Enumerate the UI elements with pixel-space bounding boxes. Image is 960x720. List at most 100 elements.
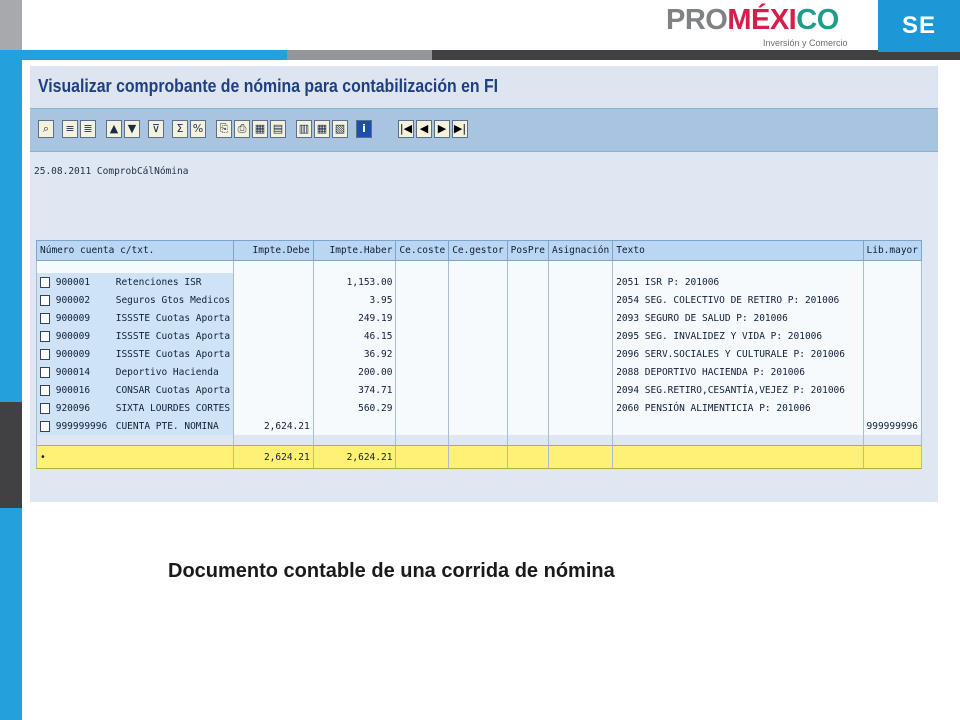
account-cell[interactable]: 999999996 CUENTA PTE. NOMINA xyxy=(35,417,235,435)
row-checkbox[interactable] xyxy=(40,312,50,324)
total-debe-cell[interactable]: 2,624.21 xyxy=(233,445,314,469)
pospre-cell[interactable] xyxy=(506,345,550,363)
next-page-icon[interactable]: ▶ xyxy=(434,120,450,138)
col-header-account[interactable]: Número cuenta c/txt. xyxy=(35,240,235,261)
cecoste-cell[interactable] xyxy=(395,327,450,345)
libmayor-cell[interactable] xyxy=(862,273,922,291)
texto-cell[interactable]: 2094 SEG.RETIRO,CESANTÍA,VEJEZ P: 201006 xyxy=(612,381,864,399)
pospre-cell[interactable] xyxy=(506,273,550,291)
row-checkbox[interactable] xyxy=(40,402,50,414)
col-header-asignacion[interactable]: Asignación xyxy=(547,240,614,261)
table-row[interactable]: 999999996 CUENTA PTE. NOMINA 2,624.21 99999… xyxy=(35,417,922,435)
col-header-cecoste[interactable]: Ce.coste xyxy=(395,240,450,261)
select-icon[interactable]: ≡ xyxy=(62,120,78,138)
asignacion-cell[interactable] xyxy=(547,327,614,345)
pospre-cell[interactable] xyxy=(506,327,550,345)
texto-cell[interactable]: 2054 SEG. COLECTIVO DE RETIRO P: 201006 xyxy=(612,291,864,309)
cegestor-cell[interactable] xyxy=(448,381,508,399)
col-header-cegestor[interactable]: Ce.gestor xyxy=(448,240,508,261)
debe-cell[interactable] xyxy=(233,399,314,417)
account-cell[interactable]: 900016 CONSAR Cuotas Aporta xyxy=(35,381,235,399)
asignacion-cell[interactable] xyxy=(547,273,614,291)
account-cell[interactable]: 900014 Deportivo Hacienda xyxy=(35,363,235,381)
info-icon[interactable]: i xyxy=(356,120,372,138)
table-row[interactable]: 900009 ISSSTE Cuotas Aporta 36.92 2096 SERV… xyxy=(35,345,922,363)
first-page-icon[interactable]: |◀ xyxy=(398,120,414,138)
col-header-texto[interactable]: Texto xyxy=(612,240,864,261)
asignacion-cell[interactable] xyxy=(547,291,614,309)
libmayor-cell[interactable] xyxy=(862,399,922,417)
account-cell[interactable]: 900009 ISSSTE Cuotas Aporta xyxy=(35,327,235,345)
libmayor-cell[interactable] xyxy=(862,363,922,381)
texto-cell[interactable]: 2060 PENSIÓN ALIMENTICIA P: 201006 xyxy=(612,399,864,417)
cegestor-cell[interactable] xyxy=(448,399,508,417)
export-icon[interactable]: ⎘ xyxy=(216,120,232,138)
debe-cell[interactable] xyxy=(233,345,314,363)
sum-icon[interactable]: Σ xyxy=(172,120,188,138)
libmayor-cell[interactable] xyxy=(862,291,922,309)
total-row[interactable]: • 2,624.21 2,624.21 xyxy=(35,445,922,469)
cecoste-cell[interactable] xyxy=(395,345,450,363)
cegestor-cell[interactable] xyxy=(448,417,508,435)
debe-cell[interactable] xyxy=(233,381,314,399)
row-checkbox[interactable] xyxy=(40,420,50,432)
account-cell[interactable]: 900009 ISSSTE Cuotas Aporta xyxy=(35,345,235,363)
haber-cell[interactable]: 200.00 xyxy=(312,363,397,381)
cecoste-cell[interactable] xyxy=(395,381,450,399)
table-row[interactable]: 900009 ISSSTE Cuotas Aporta 46.15 2095 SEG.… xyxy=(35,327,922,345)
haber-cell[interactable]: 374.71 xyxy=(312,381,397,399)
pospre-cell[interactable] xyxy=(506,309,550,327)
texto-cell[interactable]: 2095 SEG. INVALIDEZ Y VIDA P: 201006 xyxy=(612,327,864,345)
layout-icon[interactable]: ≣ xyxy=(80,120,96,138)
cegestor-cell[interactable] xyxy=(448,291,508,309)
haber-cell[interactable]: 249.19 xyxy=(312,309,397,327)
haber-cell[interactable] xyxy=(312,417,397,435)
texto-cell[interactable]: 2093 SEGURO DE SALUD P: 201006 xyxy=(612,309,864,327)
account-cell[interactable]: 900001 Retenciones ISR xyxy=(35,273,235,291)
asignacion-cell[interactable] xyxy=(547,417,614,435)
col-header-debe[interactable]: Impte.Debe xyxy=(233,240,314,261)
row-checkbox[interactable] xyxy=(40,348,50,360)
pospre-cell[interactable] xyxy=(506,381,550,399)
haber-cell[interactable]: 36.92 xyxy=(312,345,397,363)
table-row[interactable]: 900016 CONSAR Cuotas Aporta 374.71 2094 SEG… xyxy=(35,381,922,399)
haber-cell[interactable]: 1,153.00 xyxy=(312,273,397,291)
cegestor-cell[interactable] xyxy=(448,273,508,291)
columns-icon[interactable]: ▧ xyxy=(332,120,348,138)
texto-cell[interactable]: 2051 ISR P: 201006 xyxy=(612,273,864,291)
debe-cell[interactable] xyxy=(233,363,314,381)
texto-cell[interactable]: 2088 DEPORTIVO HACIENDA P: 201006 xyxy=(612,363,864,381)
table-row[interactable]: 900014 Deportivo Hacienda 200.00 2088 DEPOR… xyxy=(35,363,922,381)
debe-cell[interactable] xyxy=(233,327,314,345)
libmayor-cell[interactable] xyxy=(862,327,922,345)
cecoste-cell[interactable] xyxy=(395,399,450,417)
row-checkbox[interactable] xyxy=(40,330,50,342)
debe-cell[interactable] xyxy=(233,309,314,327)
table-row[interactable]: 900009 ISSSTE Cuotas Aporta 249.19 2093 SEG… xyxy=(35,309,922,327)
debe-cell[interactable]: 2,624.21 xyxy=(233,417,314,435)
libmayor-cell[interactable]: 999999996 xyxy=(862,417,922,435)
prev-page-icon[interactable]: ◀ xyxy=(416,120,432,138)
table-row[interactable]: 920096 SIXTA LOURDES CORTES 560.29 2060 PEN… xyxy=(35,399,922,417)
last-page-icon[interactable]: ▶| xyxy=(452,120,468,138)
grid-icon[interactable]: ▦ xyxy=(314,120,330,138)
row-checkbox[interactable] xyxy=(40,276,50,288)
account-cell[interactable]: 920096 SIXTA LOURDES CORTES xyxy=(35,399,235,417)
texto-cell[interactable] xyxy=(612,417,864,435)
row-checkbox[interactable] xyxy=(40,384,50,396)
texto-cell[interactable]: 2096 SERV.SOCIALES Y CULTURALE P: 201006 xyxy=(612,345,864,363)
row-checkbox[interactable] xyxy=(40,294,50,306)
details-icon[interactable]: ⌕ xyxy=(38,120,54,138)
cecoste-cell[interactable] xyxy=(395,291,450,309)
pospre-cell[interactable] xyxy=(506,399,550,417)
asignacion-cell[interactable] xyxy=(547,345,614,363)
debe-cell[interactable] xyxy=(233,273,314,291)
cegestor-cell[interactable] xyxy=(448,309,508,327)
row-checkbox[interactable] xyxy=(40,366,50,378)
word-icon[interactable]: ▤ xyxy=(270,120,286,138)
filter-icon[interactable]: ⊽ xyxy=(148,120,164,138)
debe-cell[interactable] xyxy=(233,291,314,309)
find-next-icon[interactable]: ▼ xyxy=(124,120,140,138)
libmayor-cell[interactable] xyxy=(862,345,922,363)
print-icon[interactable]: ⎙ xyxy=(234,120,250,138)
